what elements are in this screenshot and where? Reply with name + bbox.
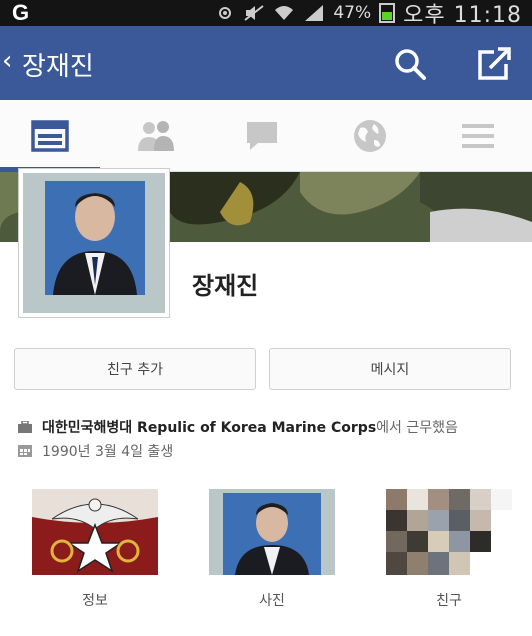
app-bar: ‹ 장재진 <box>0 26 532 100</box>
add-friend-button[interactable]: 친구 추가 <box>14 348 256 390</box>
battery-percent: 47% <box>333 3 372 23</box>
friends-icon <box>138 121 174 151</box>
friends-thumbnail[interactable] <box>386 489 512 575</box>
work-org[interactable]: 대한민국해병대 Repulic of Korea Marine Corps <box>42 420 376 436</box>
birthday-info-row: 1990년 3월 4일 출생 <box>18 441 173 461</box>
tab-bar <box>0 100 532 172</box>
page-title: 장재진 <box>22 52 94 82</box>
work-text: 대한민국해병대 Repulic of Korea Marine Corps에서 … <box>42 417 458 437</box>
tab-messages[interactable] <box>212 100 312 172</box>
menu-icon <box>462 124 494 148</box>
about-thumbnail[interactable] <box>32 489 158 575</box>
friends-grid-image <box>386 489 512 575</box>
photos-image <box>209 489 335 575</box>
message-label: 메시지 <box>370 362 410 378</box>
profile-photo-image <box>23 173 165 313</box>
tab-notifications[interactable] <box>320 100 420 172</box>
tab-more[interactable] <box>428 100 528 172</box>
photos-thumbnail[interactable] <box>209 489 335 575</box>
wifi-icon <box>275 6 294 20</box>
photos-label[interactable]: 사진 <box>209 590 335 610</box>
signal-icon <box>305 5 324 21</box>
work-suffix: 에서 근무했음 <box>376 420 458 436</box>
add-friend-label: 친구 추가 <box>107 362 163 378</box>
birthday-text: 1990년 3월 4일 출생 <box>42 444 174 460</box>
carrier-logo-icon: G <box>12 0 30 25</box>
vibrate-icon <box>219 7 232 19</box>
marine-emblem-image <box>32 489 158 575</box>
status-bar-left: G <box>12 0 29 26</box>
about-label[interactable]: 정보 <box>32 590 158 610</box>
back-icon[interactable]: ‹ <box>2 46 12 76</box>
clock: 오후 11:18 <box>403 3 522 28</box>
profile-name: 장재진 <box>192 272 259 300</box>
tab-timeline[interactable] <box>0 100 100 172</box>
search-icon[interactable] <box>392 46 428 82</box>
briefcase-icon <box>18 421 32 433</box>
globe-icon <box>354 120 386 152</box>
timeline-icon <box>31 120 69 152</box>
work-info-row: 대한민국해병대 Repulic of Korea Marine Corps에서 … <box>18 417 458 437</box>
messages-icon <box>247 122 277 150</box>
status-bar-right: 47% 오후 11:18 <box>215 0 522 28</box>
profile-photo[interactable] <box>18 168 170 318</box>
share-icon[interactable] <box>474 44 514 84</box>
mute-icon <box>244 5 264 21</box>
message-button[interactable]: 메시지 <box>269 348 511 390</box>
friends-label[interactable]: 친구 <box>386 590 512 610</box>
tab-friends[interactable] <box>106 100 206 172</box>
battery-icon <box>379 3 396 23</box>
calendar-icon <box>18 445 32 457</box>
status-bar: G 47% 오후 11:18 <box>0 0 532 28</box>
